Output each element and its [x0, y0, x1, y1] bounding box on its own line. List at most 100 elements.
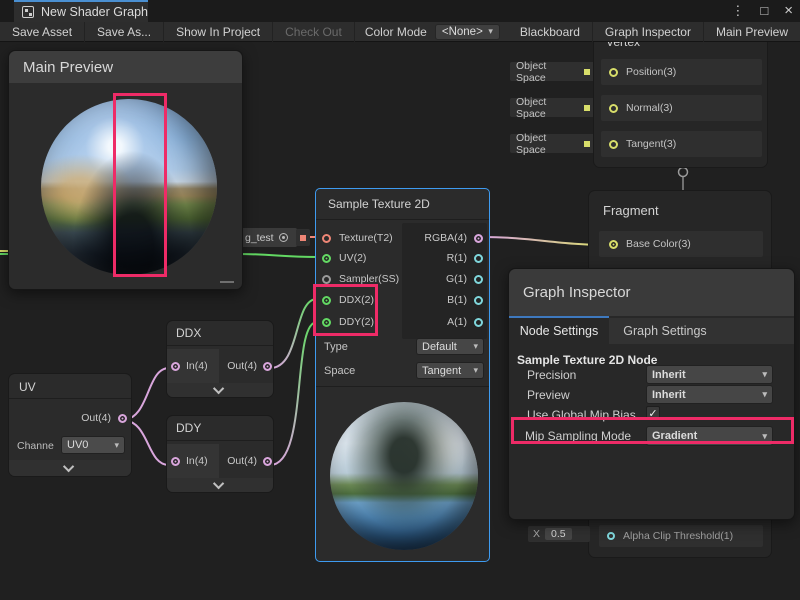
port-position-icon[interactable]: [609, 68, 618, 77]
object-space-chip-tangent[interactable]: Object Space: [510, 134, 596, 153]
port-b-icon[interactable]: [474, 296, 483, 305]
space-label: Space: [324, 365, 355, 377]
port-out-icon[interactable]: [263, 457, 272, 466]
port-texture-icon[interactable]: [322, 234, 331, 243]
port-tangent-icon[interactable]: [609, 140, 618, 149]
tab-label: Node Settings: [520, 324, 599, 338]
input-row-texture[interactable]: Texture(T2): [318, 228, 393, 248]
port-base-color-icon[interactable]: [609, 240, 618, 249]
output-row-b[interactable]: B(1): [402, 290, 487, 310]
divider: [9, 398, 131, 399]
tab-new-shader-graph[interactable]: New Shader Graph: [14, 0, 148, 22]
show-in-project-button[interactable]: Show In Project: [164, 22, 273, 42]
output-row-out4[interactable]: Out(4): [9, 402, 133, 434]
object-space-chip-position[interactable]: Object Space: [510, 62, 596, 81]
preview-label: Preview: [527, 388, 570, 402]
sample-texture-2d-node[interactable]: Sample Texture 2D Texture(T2) UV(2) Samp…: [315, 188, 490, 562]
check-out-button: Check Out: [273, 22, 355, 42]
port-square-icon[interactable]: [584, 105, 590, 111]
ddy-node[interactable]: DDY In(4) Out(4): [166, 415, 274, 493]
vertex-node[interactable]: Vertex Position(3) Normal(3) Tangent(3): [593, 42, 768, 168]
main-preview-header[interactable]: Main Preview: [9, 51, 242, 83]
chevron-down-icon: ▾: [114, 440, 119, 451]
port-out-icon[interactable]: [263, 362, 272, 371]
port-in-icon[interactable]: [171, 457, 180, 466]
port-texture-square-icon[interactable]: [300, 235, 306, 241]
vertex-fragment-link-handle[interactable]: [679, 168, 688, 177]
port-row-alpha-clip[interactable]: Alpha Clip Threshold(1): [599, 525, 763, 547]
value-field[interactable]: 0.5: [545, 528, 572, 540]
port-r-icon[interactable]: [474, 254, 483, 263]
output-row-a[interactable]: A(1): [402, 312, 487, 332]
maximize-icon[interactable]: □: [757, 0, 771, 22]
sample-node-title: Sample Texture 2D: [328, 197, 430, 211]
port-row-tangent[interactable]: Tangent(3): [601, 131, 762, 157]
port-g-icon[interactable]: [474, 275, 483, 284]
uv-node[interactable]: UV Out(4) Channe UV0 ▾: [8, 373, 132, 477]
color-mode-dropdown[interactable]: <None> ▾: [435, 24, 500, 40]
output-row-r[interactable]: R(1): [402, 248, 487, 268]
input-row-uv[interactable]: UV(2): [318, 248, 366, 268]
close-icon[interactable]: ×: [781, 0, 796, 22]
channel-dropdown[interactable]: UV0 ▾: [61, 436, 125, 454]
object-space-chip-normal[interactable]: Object Space: [510, 98, 596, 117]
port-rgba-icon[interactable]: [474, 234, 483, 243]
port-label: Out(4): [227, 360, 257, 372]
chevron-down-icon: [213, 383, 224, 394]
window-controls: ⋮ □ ×: [728, 0, 796, 22]
ddx-node[interactable]: DDX In(4) Out(4): [166, 320, 274, 398]
port-label: G(1): [446, 273, 467, 285]
inspector-section-title: Sample Texture 2D Node: [517, 353, 657, 367]
collapse-toggle[interactable]: [9, 460, 131, 476]
save-asset-button[interactable]: Save Asset: [0, 22, 85, 42]
chevron-down-icon: [63, 461, 74, 472]
port-a-icon[interactable]: [474, 318, 483, 327]
ddx-node-title: DDX: [176, 326, 201, 340]
tab-bar: New Shader Graph ⋮ □ ×: [0, 0, 800, 22]
graph-inspector-toggle-button[interactable]: Graph Inspector: [593, 22, 704, 42]
port-label: Alpha Clip Threshold(1): [623, 530, 733, 542]
preview-dropdown[interactable]: Inherit ▾: [646, 385, 773, 404]
component-label: X: [533, 528, 540, 540]
port-sampler-icon[interactable]: [322, 275, 331, 284]
property-node-port[interactable]: [296, 229, 310, 246]
port-normal-icon[interactable]: [609, 104, 618, 113]
tab-graph-settings[interactable]: Graph Settings: [609, 318, 721, 344]
property-node-gtest[interactable]: g_test: [240, 228, 297, 247]
kebab-menu-icon[interactable]: ⋮: [728, 0, 747, 22]
port-uv-icon[interactable]: [322, 254, 331, 263]
output-row-rgba[interactable]: RGBA(4): [402, 228, 487, 248]
port-row-base-color[interactable]: Base Color(3): [599, 231, 763, 257]
port-row-normal[interactable]: Normal(3): [601, 95, 762, 121]
port-in-icon[interactable]: [171, 362, 180, 371]
wire-ddxout-ddx2[interactable]: [270, 299, 317, 368]
port-alpha-clip-icon[interactable]: [607, 532, 615, 540]
preview-value: Inherit: [652, 389, 686, 401]
save-as-button[interactable]: Save As...: [85, 22, 164, 42]
resize-handle[interactable]: [220, 281, 234, 283]
input-row-in4[interactable]: In(4): [167, 444, 219, 478]
input-row-in4[interactable]: In(4): [167, 349, 219, 383]
blackboard-toggle-button[interactable]: Blackboard: [508, 22, 593, 42]
graph-inspector-header[interactable]: Graph Inspector: [509, 269, 794, 316]
graph-inspector-panel[interactable]: Graph Inspector Node Settings Graph Sett…: [508, 268, 795, 520]
port-square-icon[interactable]: [584, 141, 590, 147]
toolbar: Save Asset Save As... Show In Project Ch…: [0, 22, 800, 42]
tab-node-settings[interactable]: Node Settings: [509, 318, 609, 344]
output-row-out4[interactable]: Out(4): [219, 349, 275, 383]
type-dropdown[interactable]: Default ▾: [416, 338, 484, 355]
divider: [316, 219, 489, 220]
divider: [167, 345, 273, 346]
port-out-icon[interactable]: [118, 414, 127, 423]
output-row-out4[interactable]: Out(4): [219, 444, 275, 478]
port-row-position[interactable]: Position(3): [601, 59, 762, 85]
output-row-g[interactable]: G(1): [402, 269, 487, 289]
main-preview-toggle-button[interactable]: Main Preview: [704, 22, 800, 42]
collapse-toggle[interactable]: [167, 383, 273, 397]
alpha-clip-value-chip[interactable]: X 0.5: [528, 526, 590, 542]
precision-dropdown[interactable]: Inherit ▾: [646, 365, 773, 384]
port-square-icon[interactable]: [584, 69, 590, 75]
collapse-toggle[interactable]: [167, 478, 273, 492]
graph-canvas[interactable]: Object Space Object Space Object Space V…: [0, 42, 800, 600]
space-dropdown[interactable]: Tangent ▾: [416, 362, 484, 379]
